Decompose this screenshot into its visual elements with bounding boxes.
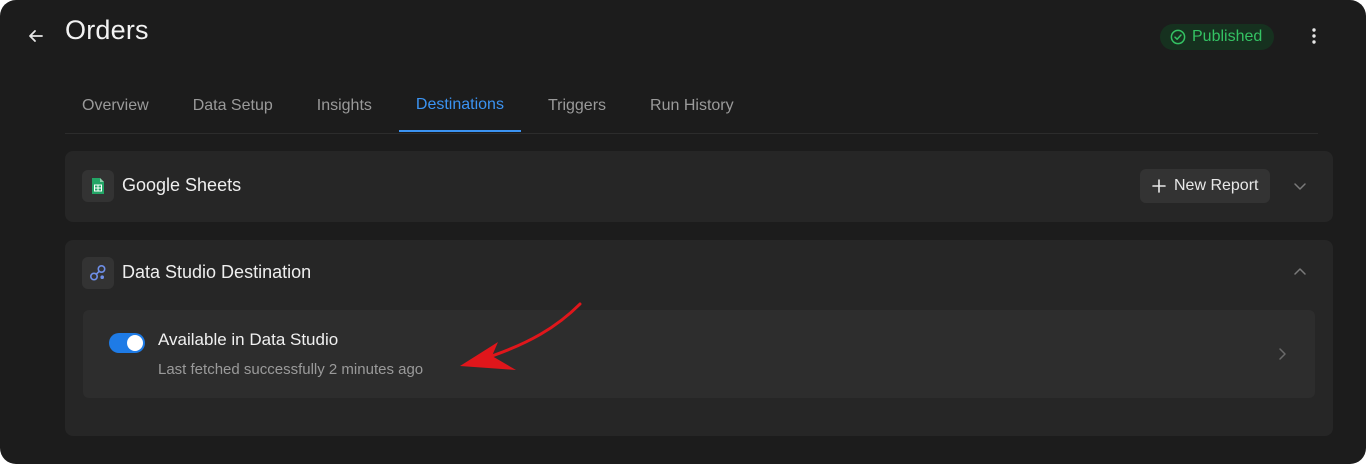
chevron-right-icon (1270, 342, 1294, 366)
collapse-data-studio-button[interactable] (1288, 260, 1312, 284)
tab-run-history[interactable]: Run History (633, 80, 751, 132)
expand-google-sheets-button[interactable] (1288, 174, 1312, 198)
page-title: Orders (65, 15, 149, 45)
more-options-button[interactable] (1302, 24, 1326, 48)
tab-overview[interactable]: Overview (65, 80, 166, 132)
check-circle-icon (1170, 29, 1186, 45)
chevron-up-icon (1294, 268, 1306, 275)
chevron-down-icon (1294, 183, 1306, 190)
availability-title: Available in Data Studio (158, 330, 339, 349)
status-label: Published (1192, 28, 1263, 45)
app-window: Orders Published Overview Data Setup Ins… (0, 0, 1366, 464)
data-studio-card: Data Studio Destination Available in Dat… (65, 240, 1333, 436)
google-sheets-title: Google Sheets (122, 175, 242, 195)
tab-insights[interactable]: Insights (300, 80, 389, 132)
new-report-label: New Report (1174, 177, 1259, 194)
plus-icon (1152, 179, 1166, 193)
page-header: Orders Published (0, 0, 1366, 70)
toggle-knob (127, 335, 143, 351)
last-fetched-status: Last fetched successfully 2 minutes ago (158, 361, 424, 378)
availability-toggle[interactable] (109, 333, 145, 353)
arrow-left-icon (29, 30, 43, 42)
tab-triggers[interactable]: Triggers (531, 80, 623, 132)
tab-bar: Overview Data Setup Insights Destination… (65, 80, 1318, 134)
back-button[interactable] (24, 24, 48, 48)
more-vertical-icon (1312, 28, 1316, 44)
google-sheets-card[interactable]: Google Sheets New Report (65, 151, 1333, 222)
google-sheets-icon (82, 170, 114, 202)
tab-destinations[interactable]: Destinations (398, 80, 521, 132)
data-studio-availability-row[interactable]: Available in Data Studio Last fetched su… (83, 310, 1315, 398)
new-report-button[interactable]: New Report (1140, 169, 1271, 203)
data-studio-title: Data Studio Destination (122, 262, 312, 282)
status-badge: Published (1160, 24, 1275, 50)
tab-data-setup[interactable]: Data Setup (176, 80, 290, 132)
data-studio-icon (82, 257, 114, 289)
